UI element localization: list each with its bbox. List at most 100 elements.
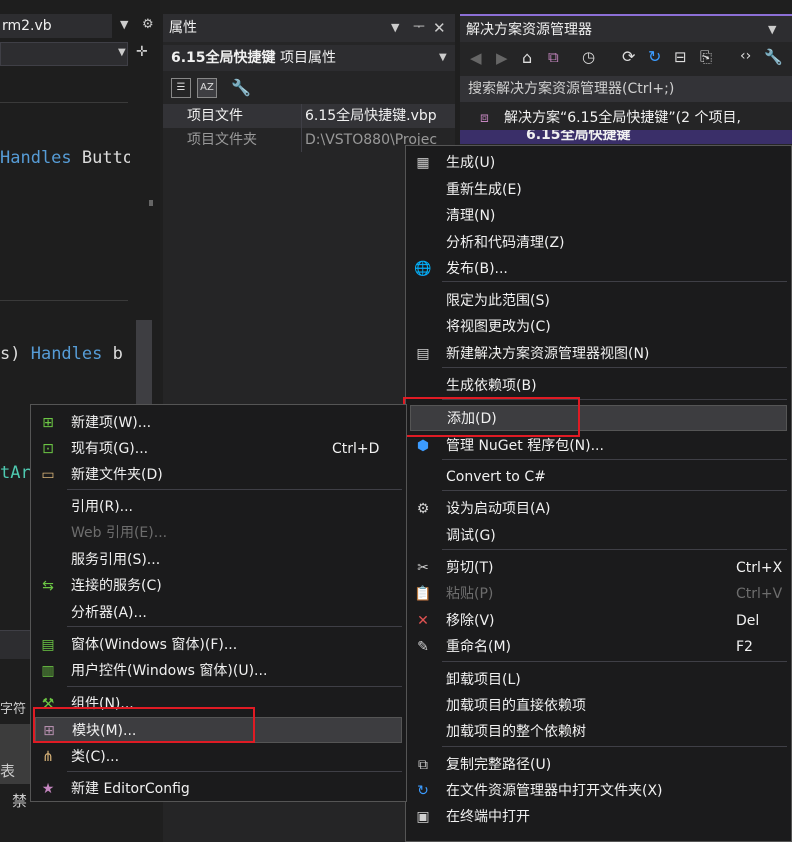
menu-item-新建-editorconfig[interactable]: ★ 新建 EditorConfig [31,776,406,802]
menu-item-剪切[interactable]: ✂ 剪切(T) Ctrl+X [406,555,791,581]
menu-item-连接的服务[interactable]: ⇆ 连接的服务(C) [31,573,406,599]
chevron-down-icon[interactable]: ▼ [768,16,776,44]
menu-item-label: 加载项目的直接依赖项 [446,698,586,714]
menu-item-生成依赖项[interactable]: 生成依赖项(B) [406,373,791,399]
properties-toolbar: ☰ AZ 🔧 [163,74,455,102]
menu-item-调试[interactable]: 调试(G) [406,523,791,549]
menu-item-分析器[interactable]: 分析器(A)... [31,600,406,626]
property-value[interactable]: 6.15全局快捷键.vbp [305,104,437,128]
menu-item-label: 新建解决方案资源管理器视图(N) [446,346,650,362]
code-view-icon[interactable]: ‹› [740,48,751,64]
menu-item-窗体[interactable]: ▤ 窗体(Windows 窗体)(F)... [31,632,406,658]
context-menu: ▦ 生成(U) 重新生成(E) 清理(N) 分析和代码清理(Z) 🌐 发布(B)... 限定为… [403,145,792,842]
menu-separator [442,549,787,550]
menu-item-现有项[interactable]: ⊡ 现有项(G)... Ctrl+D [31,436,406,462]
member-dropdown[interactable] [0,42,128,66]
menu-separator [67,489,402,490]
chevron-down-icon[interactable]: ▼ [439,45,447,71]
solution-node[interactable]: ⧈ 解决方案“6.15全局快捷键”(2 个项目, [460,106,792,130]
alphabetical-icon[interactable]: AZ [197,78,217,98]
categorized-icon[interactable]: ☰ [171,78,191,98]
editorconfig-icon: ★ [41,781,55,797]
menu-item-加载项目的整个依赖树[interactable]: 加载项目的整个依赖树 [406,719,791,745]
refresh-icon[interactable]: ↻ [648,47,661,66]
menu-item-convert-to-c[interactable]: Convert to C# [406,464,791,490]
menu-item-在终端中打开[interactable]: ▣ 在终端中打开 [406,804,791,830]
object-selector[interactable]: 6.15全局快捷键 项目属性 ▼ [163,45,455,71]
connected-service-icon: ⇆ [42,578,54,594]
search-placeholder: 搜索解决方案资源管理器(Ctrl+;) [468,81,675,97]
chevron-down-icon[interactable]: ▼ [120,18,128,31]
vertical-scrollbar[interactable] [130,66,160,410]
menu-item-label: 剪切(T) [446,560,494,576]
solution-icon: ⧈ [480,110,489,126]
menu-separator [442,459,787,460]
menu-item-shortcut: Ctrl+V [736,586,783,602]
split-icon[interactable]: ✛ [136,44,148,60]
menu-item-label: 重命名(M) [446,639,512,655]
menu-item-分析和代码清理[interactable]: 分析和代码清理(Z) [406,230,791,256]
user-control-icon: ▥ [41,663,55,679]
menu-item-服务引用[interactable]: 服务引用(S)... [31,547,406,573]
wrench-icon[interactable]: 🔧 [764,48,783,66]
menu-item-label: 用户控件(Windows 窗体)(U)... [71,663,268,679]
menu-item-label: 清理(N) [446,208,496,224]
menu-item-在文件资源管理器中打开文件夹[interactable]: ↻ 在文件资源管理器中打开文件夹(X) [406,778,791,804]
chevron-down-icon[interactable]: ▼ [118,47,126,58]
menu-item-生成[interactable]: ▦ 生成(U) [406,150,791,176]
pin-icon[interactable]: ᅮ [413,14,425,42]
menu-item-卸载项目[interactable]: 卸载项目(L) [406,667,791,693]
project-node[interactable]: 6.15全局快捷键 [460,130,792,144]
close-icon[interactable]: ✕ [433,14,446,42]
menu-item-label: 加载项目的整个依赖树 [446,724,586,740]
menu-separator [442,661,787,662]
menu-item-label: 移除(V) [446,613,495,629]
menu-item-新建解决方案资源管理器视图[interactable]: ▤ 新建解决方案资源管理器视图(N) [406,341,791,367]
collapse-all-icon[interactable]: ⊟ [674,48,687,66]
pending-changes-icon[interactable]: ◷ [582,48,595,66]
scrollbar-thumb[interactable] [136,320,152,410]
copy-icon: ⧉ [418,757,428,773]
back-icon[interactable]: ◀ [470,49,482,67]
menu-item-shortcut: Ctrl+D [332,441,380,457]
wrench-icon[interactable]: 🔧 [231,78,251,97]
menu-item-将视图更改为[interactable]: 将视图更改为(C) [406,314,791,340]
menu-item-label: 分析器(A)... [71,605,147,621]
menu-item-移除[interactable]: ✕ 移除(V) Del [406,608,791,634]
show-all-files-icon[interactable]: ⎘ [700,48,712,66]
menu-item-新建项[interactable]: ⊞ 新建项(W)... [31,410,406,436]
property-name: 项目文件 [187,108,243,124]
menu-item-重新生成[interactable]: 重新生成(E) [406,177,791,203]
menu-item-label: 粘贴(P) [446,586,494,602]
menu-item-限定为此范围[interactable]: 限定为此范围(S) [406,288,791,314]
property-row[interactable]: 项目文件 6.15全局快捷键.vbp [163,104,455,128]
forward-icon[interactable]: ▶ [496,49,508,67]
menu-item-label: 引用(R)... [71,499,134,515]
menu-item-设为启动项目[interactable]: ⚙ 设为启动项目(A) [406,496,791,522]
menu-item-重命名[interactable]: ✎ 重命名(M) F2 [406,634,791,660]
gear-icon[interactable]: ⚙ [142,17,154,32]
menu-item-引用[interactable]: 引用(R)... [31,494,406,520]
menu-item-label: 连接的服务(C) [71,578,162,594]
new-folder-icon: ▭ [41,467,55,483]
menu-item-复制完整路径[interactable]: ⧉ 复制完整路径(U) [406,752,791,778]
menu-item-类[interactable]: ⋔ 类(C)... [31,744,406,770]
menu-item-发布[interactable]: 🌐 发布(B)... [406,256,791,282]
chevron-down-icon[interactable]: ▼ [391,14,399,42]
existing-item-icon: ⊡ [42,441,54,457]
menu-separator [67,626,402,627]
menu-item-清理[interactable]: 清理(N) [406,203,791,229]
menu-item-加载项目的直接依赖项[interactable]: 加载项目的直接依赖项 [406,693,791,719]
menu-item-label: 将视图更改为(C) [446,319,551,335]
menu-item-新建文件夹[interactable]: ▭ 新建文件夹(D) [31,462,406,488]
menu-item-用户控件[interactable]: ▥ 用户控件(Windows 窗体)(U)... [31,658,406,684]
switch-view-icon[interactable]: ⧉ [548,48,559,66]
menu-item-shortcut: Ctrl+X [736,560,783,576]
class-icon: ⋔ [42,749,54,765]
sync-icon[interactable]: ⟳ [622,47,635,66]
home-icon[interactable]: ⌂ [522,48,532,67]
menu-item-label: 重新生成(E) [446,182,522,198]
editor-tab[interactable]: rm2.vb [0,14,112,38]
add-submenu: ⊞ 新建项(W)... ⊡ 现有项(G)... Ctrl+D ▭ 新建文件夹(D) 引用(R)… [30,404,407,802]
solution-search-input[interactable]: 搜索解决方案资源管理器(Ctrl+;) [460,76,792,102]
